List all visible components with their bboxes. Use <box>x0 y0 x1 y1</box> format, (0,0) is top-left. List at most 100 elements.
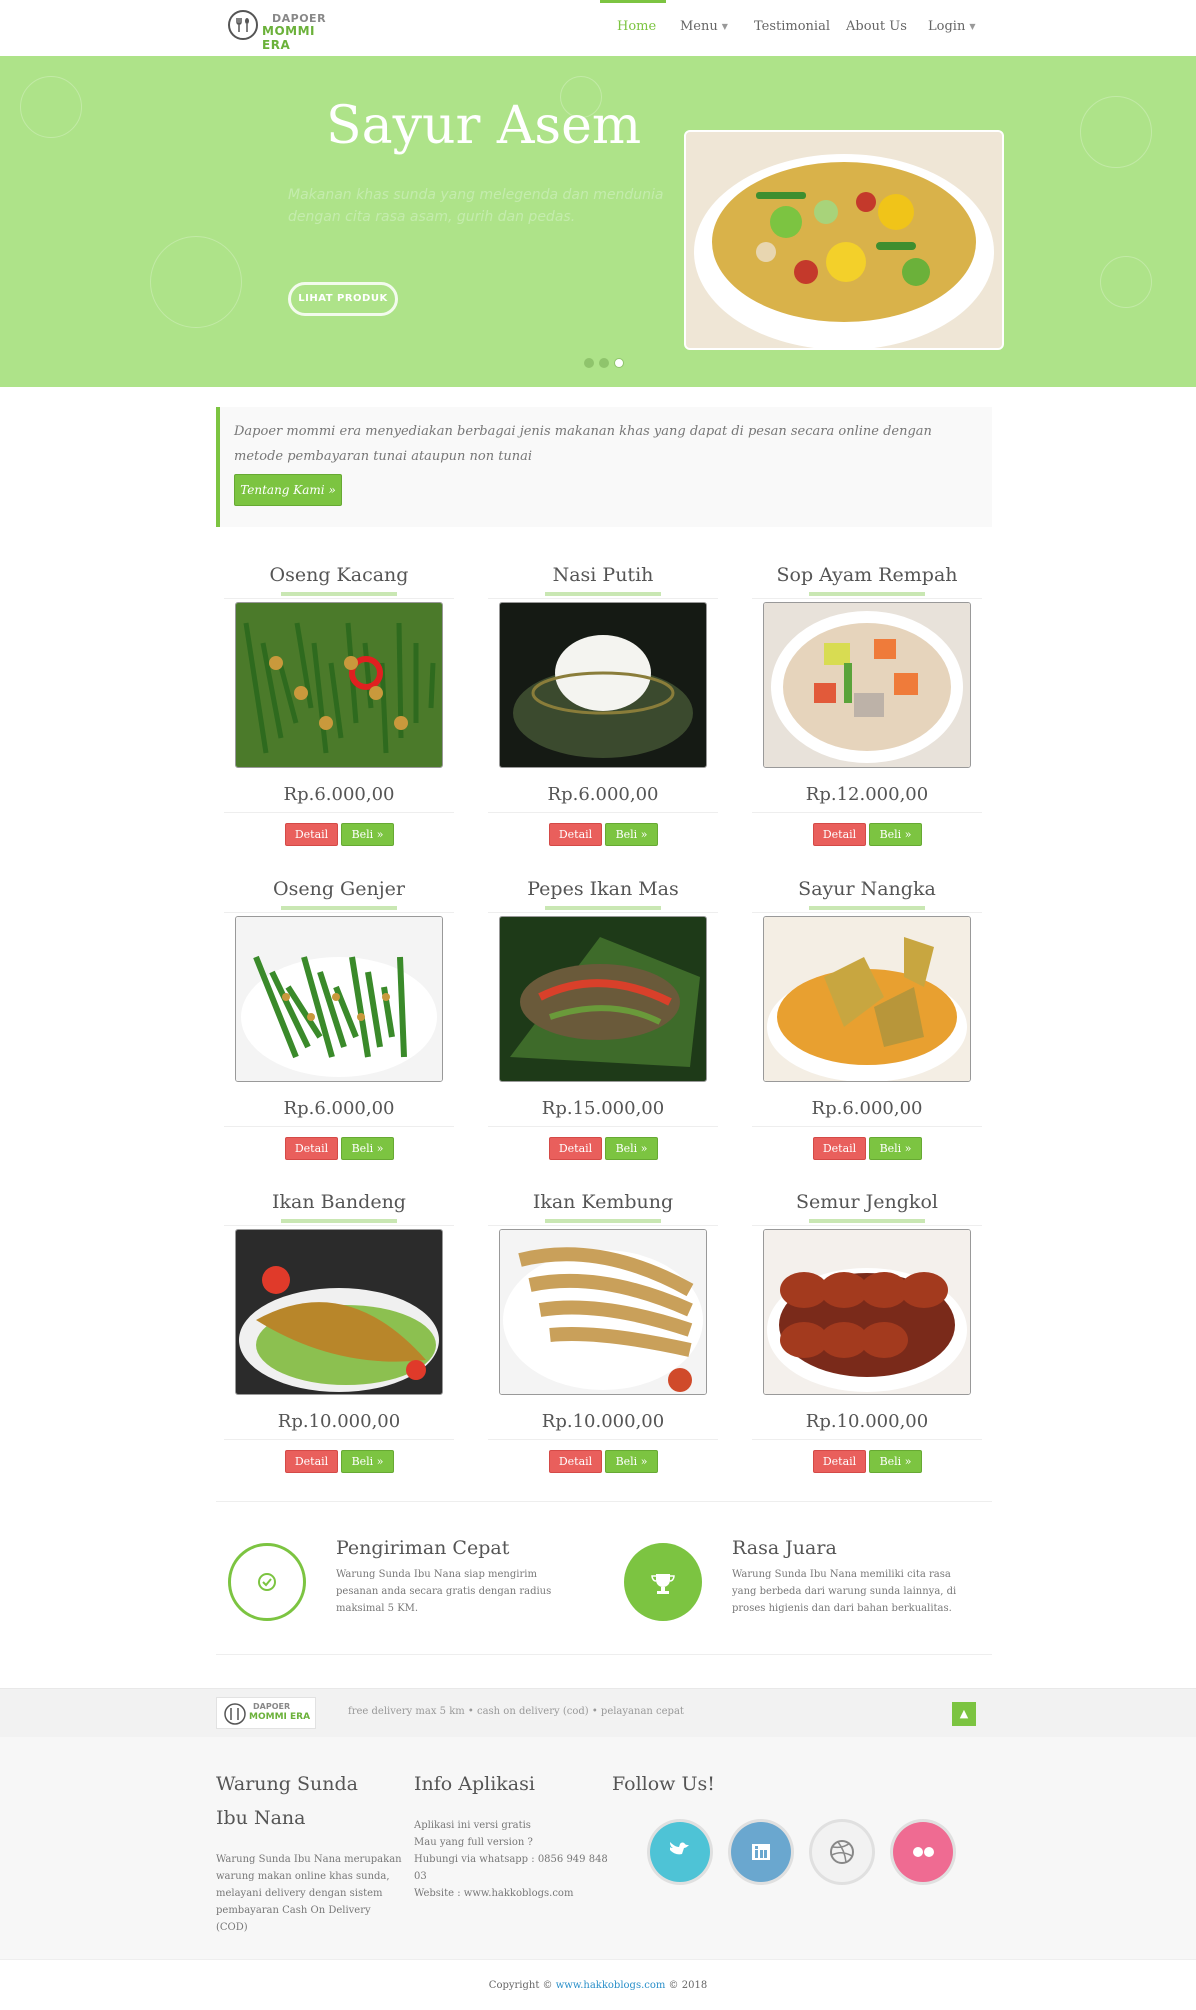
detail-button[interactable]: Detail <box>549 823 602 846</box>
detail-button[interactable]: Detail <box>813 823 866 846</box>
product-card: Sop Ayam Rempah Rp.12.000,00 Detail Beli » <box>752 556 982 856</box>
product-image[interactable] <box>499 1229 707 1395</box>
divider <box>752 598 982 599</box>
title-underline <box>545 1219 661 1223</box>
product-price: Rp.10.000,00 <box>277 1411 401 1432</box>
product-card: Pepes Ikan Mas Rp.15.000,00 Detail Beli » <box>488 870 718 1170</box>
feature-title: Pengiriman Cepat <box>336 1537 510 1559</box>
product-price: Rp.12.000,00 <box>805 784 929 805</box>
product-card: Semur Jengkol Rp.10.000,00 Detail Beli » <box>752 1183 982 1483</box>
hero-slider: Sayur Asem Makanan khas sunda yang meleg… <box>0 56 1196 387</box>
buy-button[interactable]: Beli » <box>605 823 658 846</box>
nav-menu[interactable]: Menu ▼ <box>680 19 728 34</box>
detail-button[interactable]: Detail <box>813 1450 866 1473</box>
divider <box>224 1126 454 1127</box>
buy-button[interactable]: Beli » <box>605 1137 658 1160</box>
divider <box>224 912 454 913</box>
caret-down-icon: ▼ <box>721 22 728 31</box>
linkedin-icon[interactable] <box>731 1822 791 1882</box>
product-name[interactable]: Oseng Genjer <box>224 878 454 900</box>
footer-col3-title: Follow Us! <box>612 1773 715 1795</box>
footer-info-line: Aplikasi ini versi gratis <box>414 1820 531 1831</box>
hero-cta-button[interactable]: LIHAT PRODUK <box>288 282 398 316</box>
slider-dot[interactable] <box>599 358 609 368</box>
divider <box>224 812 454 813</box>
intro-text: Dapoer mommi era menyediakan berbagai je… <box>234 424 932 464</box>
product-image[interactable] <box>499 916 707 1082</box>
back-to-top-button[interactable]: ▲ <box>952 1702 976 1726</box>
feature-text: Warung Sunda Ibu Nana memiliki cita rasa… <box>732 1569 957 1614</box>
hero-pattern <box>1100 256 1152 308</box>
product-name[interactable]: Pepes Ikan Mas <box>488 878 718 900</box>
copyright-bar: Copyright © www.hakkoblogs.com © 2018 <box>0 1959 1196 2010</box>
copyright-link[interactable]: www.hakkoblogs.com <box>556 1980 666 1991</box>
product-card: Oseng Kacang Rp.6.000,00 Detail Beli » <box>224 556 454 856</box>
buy-button[interactable]: Beli » <box>341 1137 394 1160</box>
divider <box>216 1501 992 1502</box>
navbar: DAPOER MOMMI ERA Home Menu ▼ Testimonial … <box>0 0 1196 57</box>
detail-button[interactable]: Detail <box>285 823 338 846</box>
footer-info-line[interactable]: Website : www.hakkoblogs.com <box>414 1885 614 1902</box>
divider <box>224 1439 454 1440</box>
buy-button[interactable]: Beli » <box>869 1137 922 1160</box>
trophy-icon <box>624 1543 702 1621</box>
divider <box>488 912 718 913</box>
nav-about[interactable]: About Us <box>846 19 907 34</box>
buy-button[interactable]: Beli » <box>341 1450 394 1473</box>
product-name[interactable]: Nasi Putih <box>488 564 718 586</box>
product-name[interactable]: Oseng Kacang <box>224 564 454 586</box>
about-us-button[interactable]: Tentang Kami » <box>234 474 342 506</box>
detail-button[interactable]: Detail <box>285 1137 338 1160</box>
product-name[interactable]: Sop Ayam Rempah <box>752 564 982 586</box>
title-underline <box>545 592 661 596</box>
detail-button[interactable]: Detail <box>549 1137 602 1160</box>
product-price: Rp.6.000,00 <box>811 1098 923 1119</box>
title-underline <box>281 592 397 596</box>
detail-button[interactable]: Detail <box>549 1450 602 1473</box>
product-image[interactable] <box>235 916 443 1082</box>
caret-down-icon: ▼ <box>969 22 976 31</box>
product-image[interactable] <box>499 602 707 768</box>
chevron-up-icon: ▲ <box>959 1707 969 1720</box>
product-price: Rp.15.000,00 <box>541 1098 665 1119</box>
buy-button[interactable]: Beli » <box>869 823 922 846</box>
divider <box>752 812 982 813</box>
flickr-icon[interactable] <box>893 1822 953 1882</box>
product-image[interactable] <box>235 1229 443 1395</box>
nav-active-indicator <box>600 0 666 3</box>
footer-info-line: Mau yang full version ? <box>414 1837 533 1848</box>
footer-logo[interactable]: DAPOER MOMMI ERA <box>216 1697 316 1729</box>
product-card: Nasi Putih Rp.6.000,00 Detail Beli » <box>488 556 718 856</box>
product-image[interactable] <box>235 602 443 768</box>
detail-button[interactable]: Detail <box>285 1450 338 1473</box>
twitter-icon[interactable] <box>650 1822 710 1882</box>
buy-button[interactable]: Beli » <box>341 823 394 846</box>
brand-logo[interactable]: DAPOER MOMMI ERA <box>228 10 336 52</box>
footer-logo-line2: MOMMI ERA <box>249 1712 311 1722</box>
buy-button[interactable]: Beli » <box>605 1450 658 1473</box>
product-image[interactable] <box>763 602 971 768</box>
product-name[interactable]: Semur Jengkol <box>752 1191 982 1213</box>
title-underline <box>809 1219 925 1223</box>
product-name[interactable]: Sayur Nangka <box>752 878 982 900</box>
product-name[interactable]: Ikan Bandeng <box>224 1191 454 1213</box>
product-name[interactable]: Ikan Kembung <box>488 1191 718 1213</box>
detail-button[interactable]: Detail <box>813 1137 866 1160</box>
footer-strip: DAPOER MOMMI ERA free delivery max 5 km … <box>0 1688 1196 1738</box>
brand-line2: MOMMI ERA <box>262 24 315 52</box>
hero-title: Sayur Asem <box>326 96 642 156</box>
product-card: Sayur Nangka Rp.6.000,00 Detail Beli » <box>752 870 982 1170</box>
buy-button[interactable]: Beli » <box>869 1450 922 1473</box>
product-image[interactable] <box>763 916 971 1082</box>
dribbble-icon[interactable] <box>812 1822 872 1882</box>
strip-features-text: free delivery max 5 km • cash on deliver… <box>348 1706 684 1717</box>
slider-dot-active[interactable] <box>614 358 624 368</box>
footer-logo-line1: DAPOER <box>253 1702 291 1711</box>
nav-home[interactable]: Home <box>617 19 656 34</box>
product-image[interactable] <box>763 1229 971 1395</box>
nav-login[interactable]: Login ▼ <box>928 19 975 34</box>
title-underline <box>809 592 925 596</box>
nav-testimonial[interactable]: Testimonial <box>754 19 830 34</box>
slider-dot[interactable] <box>584 358 594 368</box>
divider <box>752 1225 982 1226</box>
